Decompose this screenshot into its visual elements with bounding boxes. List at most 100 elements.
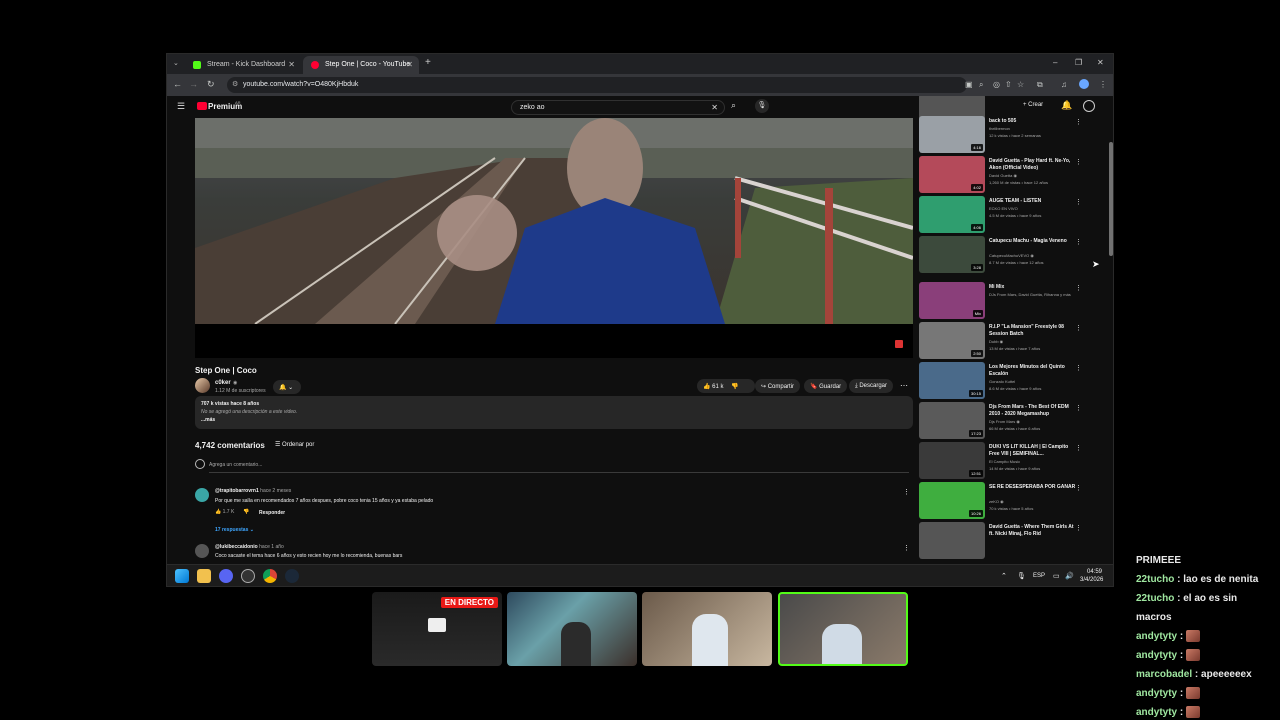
- back-icon[interactable]: ←: [173, 79, 182, 90]
- chat-username[interactable]: andytyty: [1136, 631, 1177, 642]
- cam-3-active[interactable]: [778, 592, 908, 666]
- recommendation-item[interactable]: 4:02 David Guetta - Play Hard ft. Ne-Yo, …: [919, 156, 1109, 194]
- search-icon[interactable]: ⌕: [731, 100, 736, 111]
- new-tab-button[interactable]: +: [425, 57, 431, 68]
- recommendation-title[interactable]: David Guetta - Where Them Girls At ft. N…: [989, 524, 1079, 538]
- recommendation-channel[interactable]: Djs From Mars ◉: [989, 419, 1079, 425]
- recommendation-menu-icon[interactable]: ⋮: [1075, 158, 1082, 166]
- recommendation-item[interactable]: 4:16 back to 505 thelibermon 12 k vistas • …: [919, 116, 1109, 154]
- sort-comments-button[interactable]: ☰ Ordenar por: [275, 441, 314, 448]
- recommendation-item[interactable]: 4:06 AUGE TEAM - LISTEN ECKO EN VIVO 4.5 M …: [919, 196, 1109, 234]
- video-thumbnail[interactable]: 17:23: [919, 402, 985, 439]
- hamburger-menu-icon[interactable]: ☰: [177, 101, 185, 112]
- like-button[interactable]: 👍 61 k: [703, 384, 723, 390]
- clock-time[interactable]: 04:59: [1087, 569, 1102, 575]
- chat-username[interactable]: andytyty: [1136, 688, 1177, 699]
- recommendation-title[interactable]: SE RE DESESPERABA POR GANAR: [989, 484, 1079, 491]
- recommendation-item[interactable]: 12:51 DUKI VS LIT KILLAH | El Campito Fre…: [919, 442, 1109, 480]
- description-box[interactable]: 707 k vistas hace 8 años No se agregó un…: [195, 396, 913, 429]
- eye-off-icon[interactable]: ◎: [993, 79, 1000, 90]
- download-button[interactable]: ⤓ Descargar: [849, 379, 894, 393]
- network-icon[interactable]: ▭: [1053, 572, 1060, 580]
- comment-avatar[interactable]: [195, 488, 209, 502]
- chrome-icon[interactable]: [263, 569, 277, 583]
- video-thumbnail[interactable]: 2:50: [919, 322, 985, 359]
- recommendation-menu-icon[interactable]: ⋮: [1075, 118, 1082, 126]
- reply-button[interactable]: Responder: [259, 510, 285, 516]
- maximize-button[interactable]: ❐: [1075, 58, 1082, 67]
- recommendation-menu-icon[interactable]: ⋮: [1075, 324, 1082, 332]
- recommendation-item[interactable]: 3:28 Catupecu Machu - Magia Veneno Catupec…: [919, 236, 1109, 274]
- recommendation-title[interactable]: AUGE TEAM - LISTEN: [989, 198, 1079, 205]
- file-explorer-icon[interactable]: [197, 569, 211, 583]
- channel-avatar[interactable]: [195, 378, 210, 393]
- forward-icon[interactable]: →: [189, 79, 198, 90]
- recommendation-menu-icon[interactable]: ⋮: [1075, 404, 1082, 412]
- chat-username[interactable]: 22tucho: [1136, 593, 1174, 604]
- mic-tray-icon[interactable]: 🎙: [1017, 572, 1026, 580]
- close-window-button[interactable]: ✕: [1097, 58, 1104, 67]
- reload-icon[interactable]: ↻: [207, 79, 215, 90]
- clear-search-icon[interactable]: ✕: [711, 103, 718, 112]
- close-tab-icon[interactable]: ✕: [288, 60, 295, 69]
- comment-author[interactable]: @trapitobarrovrn1: [215, 488, 259, 494]
- recommendation-menu-icon[interactable]: ⋮: [1075, 238, 1082, 246]
- install-app-icon[interactable]: ▣: [965, 79, 973, 90]
- obs-icon[interactable]: [241, 569, 255, 583]
- tray-chevron-icon[interactable]: ⌃: [1001, 572, 1007, 580]
- video-thumbnail[interactable]: 30:15: [919, 362, 985, 399]
- chat-username[interactable]: andytyty: [1136, 707, 1177, 718]
- site-info-icon[interactable]: ⚙: [232, 80, 238, 88]
- steam-icon[interactable]: [285, 569, 299, 583]
- comment-menu-icon[interactable]: ⋮: [903, 544, 910, 552]
- subscribed-button[interactable]: 🔔 ⌄: [273, 380, 301, 394]
- video-thumbnail[interactable]: 4:02: [919, 156, 985, 193]
- recommendation-title[interactable]: DUKI VS LIT KILLAH | El Campito Free VII…: [989, 444, 1079, 458]
- video-thumbnail[interactable]: [919, 522, 985, 559]
- clock-date[interactable]: 3/4/2026: [1080, 577, 1103, 583]
- voice-search-icon[interactable]: 🎙: [755, 99, 769, 113]
- recommendation-title[interactable]: Mi Mix: [989, 284, 1079, 291]
- minimize-button[interactable]: –: [1053, 58, 1057, 67]
- recommendation-channel[interactable]: zeKO ◉: [989, 499, 1079, 505]
- recommendation-title[interactable]: R.I.P "La Mansion" Freestyle 08 Session …: [989, 324, 1079, 338]
- recommendation-channel[interactable]: David Guetta ◉: [989, 173, 1079, 179]
- recommendation-menu-icon[interactable]: ⋮: [1075, 198, 1082, 206]
- recommendation-channel[interactable]: Dubb ◉: [989, 339, 1079, 345]
- recommendation-item[interactable]: David Guetta - Where Them Girls At ft. N…: [919, 522, 1109, 560]
- comment-dislike-icon[interactable]: 👎: [243, 509, 249, 515]
- share-button[interactable]: ↪ Compartir: [755, 379, 801, 393]
- comment-author[interactable]: @lukibeccaidonio: [215, 544, 258, 550]
- tab-search-icon[interactable]: ⌄: [173, 59, 179, 67]
- volume-icon[interactable]: 🔊: [1065, 572, 1074, 580]
- cam-2[interactable]: [642, 592, 772, 666]
- video-thumbnail[interactable]: Mix: [919, 282, 985, 319]
- recommendation-title[interactable]: Catupecu Machu - Magia Veneno: [989, 238, 1079, 245]
- youtube-logo-icon[interactable]: [197, 102, 207, 110]
- address-bar[interactable]: ⚙ youtube.com/watch?v=O480KjHbduk: [227, 77, 967, 93]
- comment-like-button[interactable]: 👍 1.7 K: [215, 509, 234, 515]
- video-thumbnail[interactable]: 3:28: [919, 236, 985, 273]
- recommendation-channel[interactable]: ECKO EN VIVO: [989, 206, 1079, 212]
- recommendation-item[interactable]: 2:50 R.I.P "La Mansion" Freestyle 08 Sess…: [919, 322, 1109, 360]
- profile-avatar-icon[interactable]: [1079, 79, 1089, 89]
- recommendation-menu-icon[interactable]: ⋮: [1075, 284, 1082, 292]
- share-icon[interactable]: ⇧: [1005, 79, 1012, 90]
- recommendation-title[interactable]: Los Mejores Minutos del Quinto Escalón: [989, 364, 1079, 378]
- recommendation-channel[interactable]: El Campito Music: [989, 459, 1079, 465]
- browser-menu-icon[interactable]: ⋮: [1099, 79, 1107, 90]
- video-thumbnail[interactable]: 4:16: [919, 116, 985, 153]
- bookmark-star-icon[interactable]: ☆: [1017, 79, 1024, 90]
- extensions-icon[interactable]: ⧉: [1037, 79, 1043, 90]
- chat-username[interactable]: marcobadel: [1136, 669, 1192, 680]
- video-thumbnail[interactable]: 12:51: [919, 442, 985, 479]
- recommendation-channel[interactable]: Gonzalo Kuttel: [989, 379, 1079, 385]
- more-actions-icon[interactable]: ⋯: [900, 381, 908, 390]
- video-thumbnail[interactable]: 10:26: [919, 482, 985, 519]
- recommendation-menu-icon[interactable]: ⋮: [1075, 364, 1082, 372]
- recommendation-title[interactable]: back to 505: [989, 118, 1079, 125]
- comment-avatar[interactable]: [195, 544, 209, 558]
- chat-username[interactable]: andytyty: [1136, 650, 1177, 661]
- recommendation-menu-icon[interactable]: ⋮: [1075, 524, 1082, 532]
- zoom-icon[interactable]: ⌕: [979, 79, 983, 90]
